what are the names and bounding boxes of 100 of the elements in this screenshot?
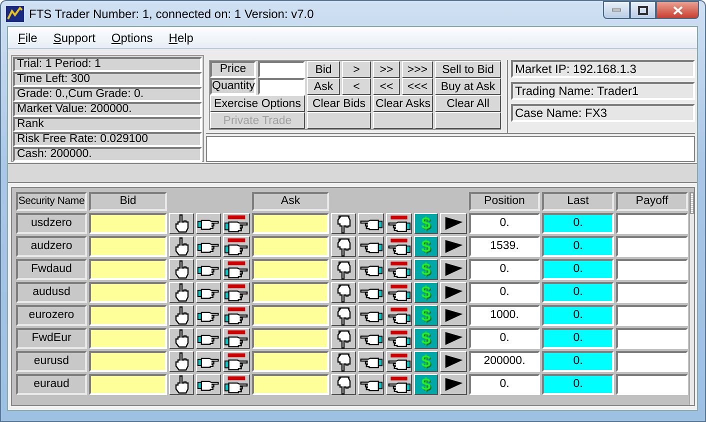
hand-button[interactable] (196, 282, 221, 303)
menu-item[interactable]: File (16, 30, 40, 44)
ask-field[interactable] (252, 213, 329, 234)
arrow-button[interactable] (440, 282, 467, 303)
ask-field[interactable] (252, 305, 329, 326)
action-button[interactable]: <<< (402, 78, 433, 95)
hand-button[interactable] (358, 282, 384, 303)
hand-button[interactable] (196, 236, 221, 257)
hand-button[interactable] (386, 351, 412, 372)
bid-field[interactable] (89, 351, 167, 372)
hand-button[interactable] (223, 351, 250, 372)
hand-button[interactable] (358, 374, 384, 395)
hand-button[interactable] (331, 213, 356, 234)
hand-button[interactable] (386, 374, 412, 395)
arrow-button[interactable] (440, 328, 467, 349)
hand-button[interactable] (169, 374, 194, 395)
arrow-button[interactable] (440, 374, 467, 395)
ask-field[interactable] (252, 259, 329, 280)
empty-button[interactable] (435, 112, 501, 129)
arrow-icon (444, 263, 462, 276)
hand-button[interactable] (196, 351, 221, 372)
hand-button[interactable] (358, 305, 384, 326)
bid-field[interactable] (89, 213, 167, 234)
action-button[interactable]: Sell to Bid (435, 61, 501, 78)
hand-button[interactable] (169, 305, 194, 326)
close-button[interactable] (656, 1, 699, 19)
hand-button[interactable] (331, 328, 356, 349)
hand-button[interactable] (223, 259, 250, 280)
hand-button[interactable] (223, 328, 250, 349)
arrow-button[interactable] (440, 351, 467, 372)
action-button[interactable]: Exercise Options (210, 95, 305, 112)
scrollbar[interactable] (689, 192, 694, 405)
minimize-button[interactable] (603, 1, 630, 19)
hand-button[interactable] (386, 236, 412, 257)
bid-field[interactable] (89, 305, 167, 326)
arrow-button[interactable] (440, 305, 467, 326)
action-button[interactable]: Clear Asks (373, 95, 433, 112)
action-button[interactable]: < (342, 78, 371, 95)
menu-item[interactable]: Help (166, 30, 196, 44)
action-button[interactable]: Ask (307, 78, 340, 95)
hand-button[interactable] (223, 282, 250, 303)
action-button[interactable]: > (342, 61, 371, 78)
hand-button[interactable] (386, 259, 412, 280)
arrow-button[interactable] (440, 213, 467, 234)
input-field[interactable] (258, 78, 305, 95)
hand-button[interactable] (358, 351, 384, 372)
arrow-button[interactable] (440, 236, 467, 257)
hand-button[interactable] (331, 236, 356, 257)
bid-field[interactable] (89, 259, 167, 280)
empty-button[interactable] (373, 112, 433, 129)
hand-button[interactable] (358, 236, 384, 257)
ask-field[interactable] (252, 351, 329, 372)
hand-button[interactable] (169, 328, 194, 349)
hand-button[interactable] (331, 282, 356, 303)
ask-field[interactable] (252, 328, 329, 349)
hand-button[interactable] (386, 213, 412, 234)
hand-button[interactable] (358, 328, 384, 349)
bid-field[interactable] (89, 282, 167, 303)
action-button[interactable]: >>> (402, 61, 433, 78)
hand-button[interactable] (169, 351, 194, 372)
hand-button[interactable] (223, 213, 250, 234)
bid-field[interactable] (89, 374, 167, 395)
hand-button[interactable] (169, 259, 194, 280)
hand-button[interactable] (331, 351, 356, 372)
action-button[interactable]: Bid (307, 61, 340, 78)
action-button[interactable]: Clear Bids (307, 95, 371, 112)
hand-button[interactable] (196, 259, 221, 280)
hand-button[interactable] (169, 213, 194, 234)
hand-button[interactable] (358, 213, 384, 234)
hand-button[interactable] (196, 305, 221, 326)
hand-button[interactable] (386, 282, 412, 303)
hand-button[interactable] (386, 305, 412, 326)
menu-item[interactable]: Support (51, 30, 98, 44)
action-button[interactable]: << (373, 78, 400, 95)
hand-button[interactable] (331, 305, 356, 326)
hand-button[interactable] (223, 305, 250, 326)
ask-field[interactable] (252, 236, 329, 257)
bid-field[interactable] (89, 328, 167, 349)
hand-button[interactable] (223, 236, 250, 257)
hand-button[interactable] (169, 282, 194, 303)
empty-button[interactable] (307, 112, 371, 129)
hand-button[interactable] (196, 213, 221, 234)
ask-field[interactable] (252, 374, 329, 395)
input-field[interactable] (258, 61, 305, 78)
action-button[interactable]: Buy at Ask (435, 78, 501, 95)
hand-button[interactable] (331, 259, 356, 280)
bid-field[interactable] (89, 236, 167, 257)
hand-button[interactable] (386, 328, 412, 349)
ask-field[interactable] (252, 282, 329, 303)
action-button[interactable]: >> (373, 61, 400, 78)
action-button[interactable]: Clear All (435, 95, 501, 112)
menu-item[interactable]: Options (109, 30, 155, 44)
hand-button[interactable] (196, 374, 221, 395)
hand-button[interactable] (223, 374, 250, 395)
maximize-button[interactable] (630, 1, 656, 19)
arrow-button[interactable] (440, 259, 467, 280)
hand-button[interactable] (358, 259, 384, 280)
hand-button[interactable] (331, 374, 356, 395)
hand-button[interactable] (169, 236, 194, 257)
hand-button[interactable] (196, 328, 221, 349)
